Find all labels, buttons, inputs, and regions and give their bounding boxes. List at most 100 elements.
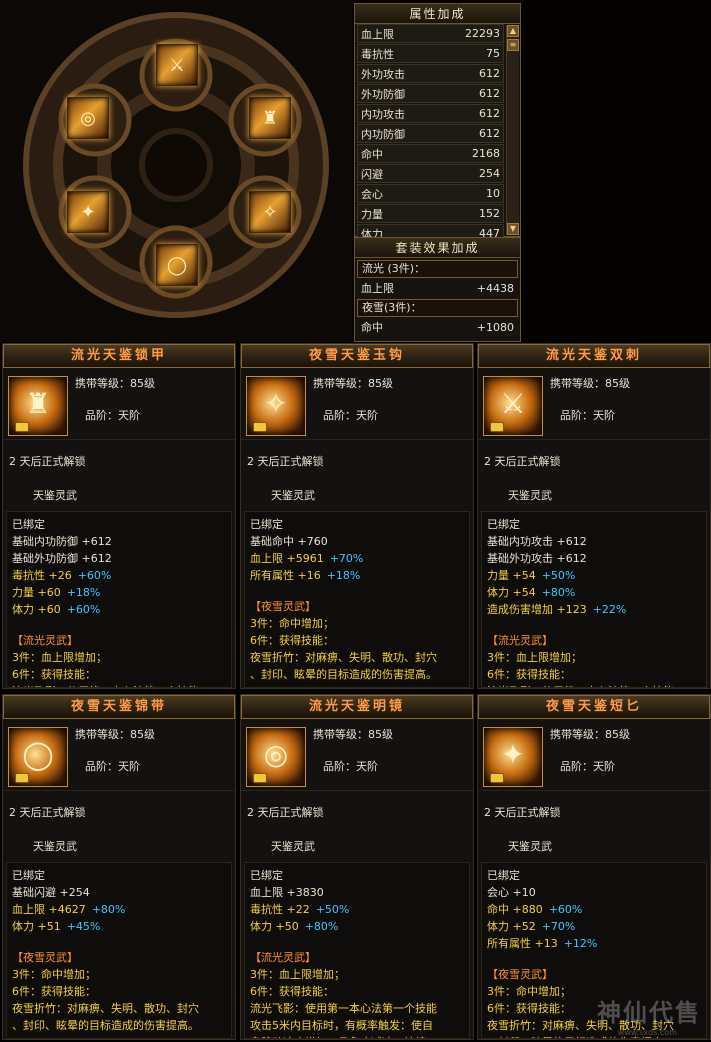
stat-line: 血上限 +3830 [250,884,464,901]
item-icon[interactable]: ⚔ [483,376,543,436]
set-effect-line: 3件：命中增加； [12,968,96,981]
bound-status: 已绑定 [250,518,283,531]
card-title: 夜雪天鉴短匕 [478,695,710,719]
equipment-card[interactable]: 夜雪天鉴玉钩 ✧ 携带等级：85级 品阶：天阶 2 天后正式解锁 天鉴灵武 已绑定 基础命中 … [240,343,474,689]
set-group-name: 流光 (3件)： [357,260,518,278]
item-icon[interactable]: ✦ [483,727,543,787]
equipment-card[interactable]: 夜雪天鉴锦带 ◯ 携带等级：85级 品阶：天阶 2 天后正式解锁 天鉴灵武 已绑定 基础闪避 … [2,694,236,1040]
attribute-value: 612 [479,87,500,100]
set-bonus-row: 血上限 +4438 [357,279,518,297]
set-effect-line: 攻击5米内目标时，有概率触发：使自 [250,1019,433,1032]
set-effect-line: 6件：获得技能： [250,985,334,998]
attribute-label: 力量 [361,207,383,221]
set-name: 【流光灵武】 [487,634,553,647]
equip-slot-belt[interactable]: ◯ [156,244,198,286]
stat-line: 毒抗性 +22 +50% [250,901,464,918]
set-effect-line: 夜雪折竹：对麻痹、失明、散功、封穴 [250,651,437,664]
stat-name: 体力 +60 [12,603,61,616]
stat-line: 体力 +51 +45% [12,918,226,935]
equipment-card[interactable]: 流光天鉴锁甲 ♜ 携带等级：85级 品阶：天阶 2 天后正式解锁 天鉴灵武 已绑定 基础内功防… [2,343,236,689]
stat-line: 会心 +10 [487,884,701,901]
carry-level: 携带等级：85级 [313,377,393,390]
carry-level: 携带等级：85级 [550,728,630,741]
stat-line: 血上限 +5961 +70% [250,550,464,567]
item-details: 已绑定 血上限 +3830 毒抗性 +22 +50% 体力 +50 +80% 【流光灵武】 3… [244,862,470,1039]
stat-line: 所有属性 +13 +12% [487,935,701,952]
attribute-row: 外功攻击 612 [357,64,504,83]
attribute-row: 会心 10 [357,184,504,203]
set-effect-line: 、封印、眩晕的目标造成的伤害提高。 [12,1019,199,1032]
card-header: ◎ 携带等级：85级 品阶：天阶 [241,719,473,791]
attribute-label: 内功攻击 [361,107,405,121]
bind-lock-icon [15,422,29,432]
equip-slot-weapon[interactable]: ⚔ [156,44,198,86]
stat-name: 血上限 +3830 [250,886,324,899]
equipment-card[interactable]: 流光天鉴明镜 ◎ 携带等级：85级 品阶：天阶 2 天后正式解锁 天鉴灵武 已绑定 血上限 +… [240,694,474,1040]
attribute-row: 命中 2168 [357,144,504,163]
scroll-down-icon[interactable]: ▼ [507,223,519,235]
card-header: ◯ 携带等级：85级 品阶：天阶 [3,719,235,791]
scroll-up-icon[interactable]: ▲ [507,25,519,37]
item-grade: 品阶：天阶 [560,760,615,773]
set-bonus-stat: 血上限 [361,282,394,295]
carry-level: 携带等级：85级 [75,377,155,390]
stat-name: 基础外功攻击 +612 [487,552,587,565]
attribute-value: 152 [479,207,500,220]
attribute-value: 2168 [472,147,500,160]
soul-weapon-label: 天鉴灵武 [33,840,77,853]
attribute-list: 血上限 22293 毒抗性 75 外功攻击 612 外功防御 612 内功攻击 612 内功防御 61… [355,24,520,243]
set-effect-line: 身移动速度增加，且免疫减速，持续8 [250,1034,464,1038]
stat-percent: +22% [592,603,627,616]
stat-line: 体力 +60 +60% [12,601,226,618]
equipment-card[interactable]: 夜雪天鉴短匕 ✦ 携带等级：85级 品阶：天阶 2 天后正式解锁 天鉴灵武 已绑定 会心 +1… [477,694,711,1040]
set-name: 【流光灵武】 [12,634,78,647]
item-icon[interactable]: ♜ [8,376,68,436]
set-effect-line: 6件：获得技能： [250,634,334,647]
equip-slot-armor[interactable]: ♜ [249,97,291,139]
equip-slot-dagger[interactable]: ✦ [67,191,109,233]
scroll-thumb[interactable]: ≡ [507,39,519,51]
stat-name: 毒抗性 +22 [250,903,310,916]
card-title: 夜雪天鉴锦带 [3,695,235,719]
stat-name: 基础内功攻击 +612 [487,535,587,548]
card-title: 夜雪天鉴玉钩 [241,344,473,368]
equip-slot-hook[interactable]: ✧ [249,191,291,233]
item-icon[interactable]: ◎ [246,727,306,787]
card-title: 流光天鉴锁甲 [3,344,235,368]
item-details: 已绑定 基础闪避 +254 血上限 +4627 +80% 体力 +51 +45% 【夜雪灵武… [6,862,232,1039]
stat-line: 力量 +60 +18% [12,584,226,601]
item-icon[interactable]: ◯ [8,727,68,787]
watermark-url: www.sxds.com [617,1028,677,1037]
card-header: ✦ 携带等级：85级 品阶：天阶 [478,719,710,791]
attribute-row: 力量 152 [357,204,504,223]
stat-line: 基础外功防御 +612 [12,550,226,567]
stat-percent: +12% [563,937,598,950]
stat-line: 造成伤害增加 +123 +22% [487,601,701,618]
bind-lock-icon [490,422,504,432]
attribute-value: 612 [479,67,500,80]
carry-level: 携带等级：85级 [313,728,393,741]
item-glyph-icon: ⚔ [500,387,526,420]
stat-percent: +50% [315,903,350,916]
stat-name: 基础外功防御 +612 [12,552,112,565]
stat-percent: +70% [329,552,364,565]
item-icon[interactable]: ✧ [246,376,306,436]
stat-name: 体力 +54 [487,586,536,599]
attribute-scrollbar[interactable]: ▲ ≡ ▼ [506,25,519,235]
equipment-card[interactable]: 流光天鉴双刺 ⚔ 携带等级：85级 品阶：天阶 2 天后正式解锁 天鉴灵武 已绑定 基础内功攻… [477,343,711,689]
stat-name: 毒抗性 +26 [12,569,72,582]
set-bonus-list: 流光 (3件)： 血上限 +4438 夜雪(3件)： 命中 +1080 [355,260,520,336]
stat-percent: +80% [304,920,339,933]
stat-name: 体力 +50 [250,920,299,933]
set-effect-line: 6件：获得技能： [12,668,96,681]
item-glyph-icon: ◯ [22,738,54,771]
set-effect-line: 、封印、眩晕的目标造成的伤害提高。 [250,668,437,681]
stat-percent: +18% [326,569,361,582]
stat-line: 力量 +54 +50% [487,567,701,584]
unlock-notice: 2 天后正式解锁 [9,455,86,468]
equip-slot-mirror[interactable]: ◎ [67,97,109,139]
equipment-overview: ⚔ ◎ ♜ ✦ ✧ ◯ 属性加成 血上限 22293 毒抗性 75 外功攻击 612 外功防… [0,0,711,342]
bind-lock-icon [15,773,29,783]
stat-line: 血上限 +4627 +80% [12,901,226,918]
